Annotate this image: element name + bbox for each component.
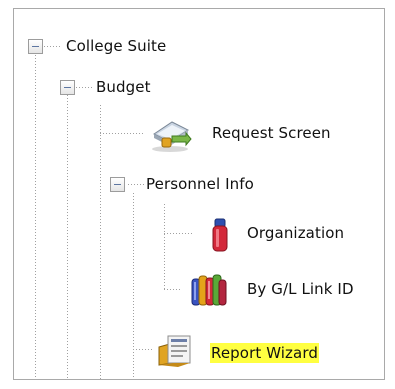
tree-node-label[interactable]: Organization — [247, 223, 344, 243]
tree-connector-lines — [35, 46, 192, 379]
tree-view[interactable]: College Suite Budget Request Screen Pers… — [13, 8, 385, 380]
organization-icon — [210, 218, 230, 258]
gl-link-icon — [190, 273, 228, 311]
collapse-toggle-personnel-info[interactable] — [110, 177, 125, 192]
tree-node-label[interactable]: Personnel Info — [146, 174, 254, 194]
request-screen-icon — [148, 116, 192, 158]
tree-node-label[interactable]: By G/L Link ID — [247, 279, 354, 299]
tree-node-label-selected[interactable]: Report Wizard — [210, 343, 319, 363]
tree-node-label[interactable]: Budget — [96, 77, 151, 97]
collapse-toggle-college-suite[interactable] — [28, 39, 43, 54]
tree-node-label[interactable]: Request Screen — [212, 123, 331, 143]
report-wizard-icon — [156, 331, 194, 373]
collapse-toggle-budget[interactable] — [60, 80, 75, 95]
tree-node-label[interactable]: College Suite — [66, 36, 166, 56]
